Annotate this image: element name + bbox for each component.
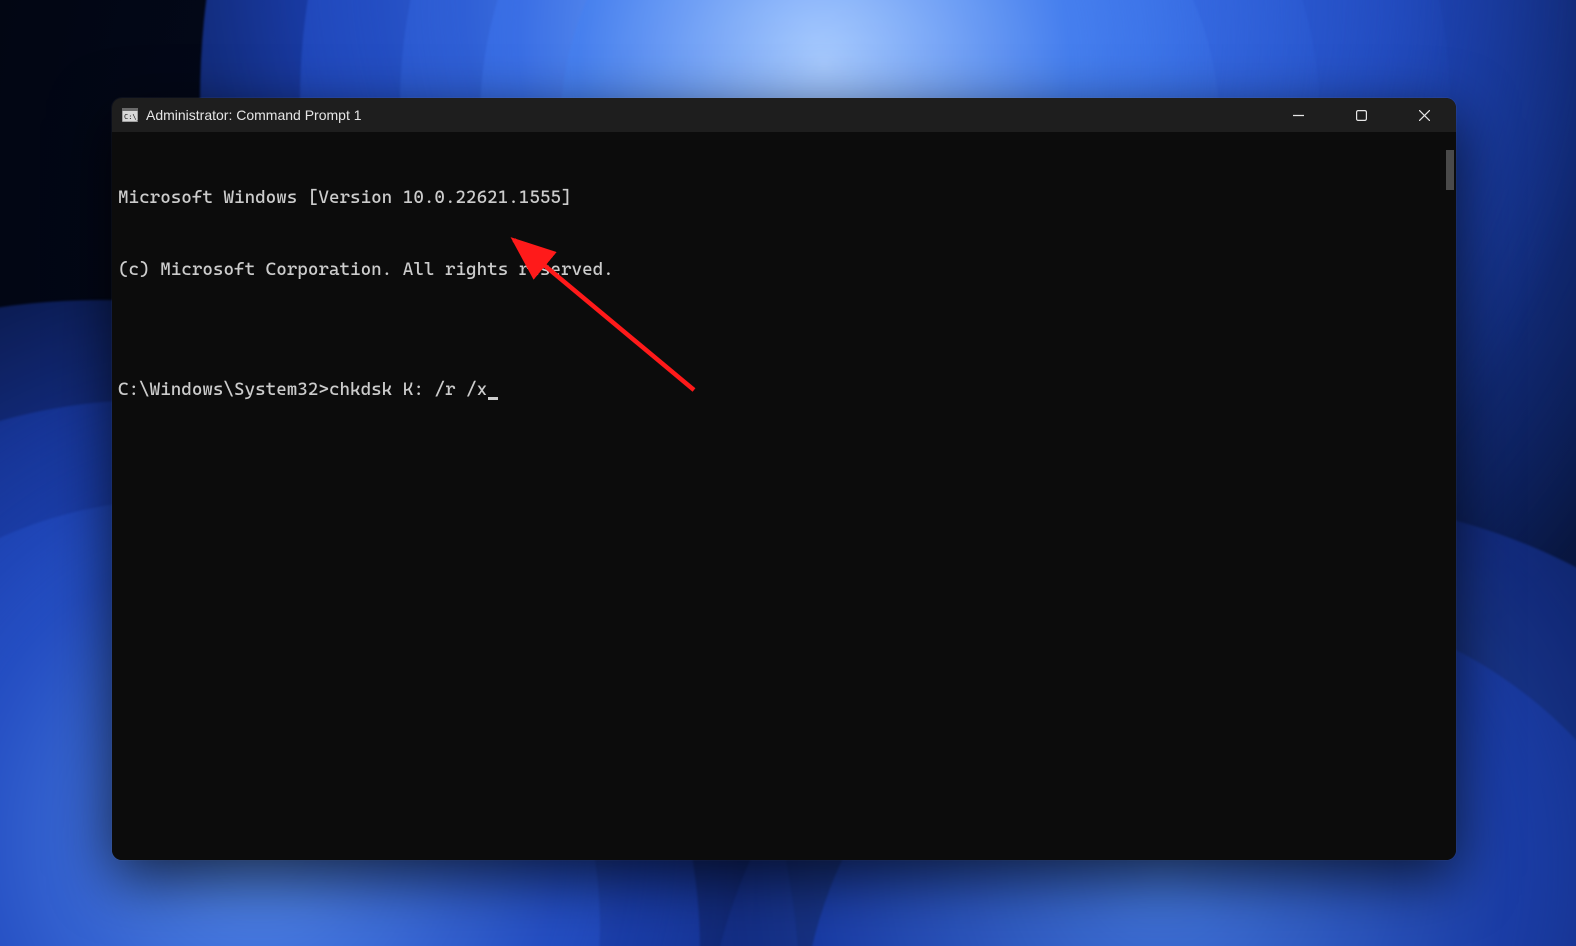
- terminal-command: chkdsk K: /r /x: [329, 378, 487, 402]
- maximize-button[interactable]: [1330, 98, 1393, 132]
- window-title: Administrator: Command Prompt 1: [146, 107, 362, 123]
- window-controls: [1267, 98, 1456, 132]
- titlebar[interactable]: C:\_ Administrator: Command Prompt 1: [112, 98, 1456, 132]
- close-button[interactable]: [1393, 98, 1456, 132]
- cmd-icon: C:\_: [122, 107, 138, 123]
- scrollbar[interactable]: [1440, 134, 1454, 858]
- svg-text:C:\_: C:\_: [124, 113, 138, 121]
- text-cursor: [488, 397, 498, 400]
- terminal-output-line: (c) Microsoft Corporation. All rights re…: [118, 258, 1456, 282]
- terminal-prompt: C:\Windows\System32>: [118, 378, 329, 402]
- command-prompt-window: C:\_ Administrator: Command Prompt 1 Mic…: [112, 98, 1456, 860]
- minimize-button[interactable]: [1267, 98, 1330, 132]
- terminal-area[interactable]: Microsoft Windows [Version 10.0.22621.15…: [112, 132, 1456, 860]
- terminal-output-line: Microsoft Windows [Version 10.0.22621.15…: [118, 186, 1456, 210]
- scrollbar-thumb[interactable]: [1446, 150, 1454, 190]
- terminal-prompt-line: C:\Windows\System32>chkdsk K: /r /x: [118, 378, 1456, 402]
